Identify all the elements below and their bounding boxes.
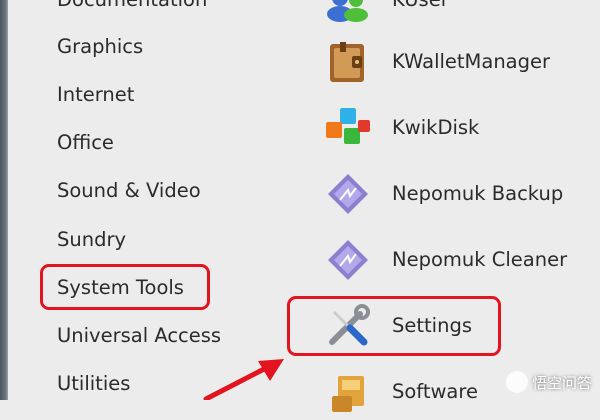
app-item-nepomuk-cleaner[interactable]: Nepomuk Cleaner: [322, 232, 582, 288]
highlight-system-tools: [40, 264, 210, 310]
category-sundry[interactable]: Sundry: [57, 228, 126, 252]
category-graphics[interactable]: Graphics: [57, 35, 143, 59]
category-documentation[interactable]: Documentation: [57, 0, 207, 12]
watermark: 悟空问答: [505, 370, 592, 394]
wallet-icon: [330, 42, 364, 82]
app-label: KWalletManager: [392, 50, 551, 73]
app-label: Software: [392, 380, 478, 403]
disk-cubes-icon: [326, 108, 370, 144]
category-universal-access[interactable]: Universal Access: [57, 324, 221, 348]
app-label: Nepomuk Cleaner: [392, 248, 568, 271]
app-label: KwikDisk: [392, 116, 480, 139]
app-item-kwikdisk[interactable]: KwikDisk: [322, 100, 582, 156]
users-icon: [327, 0, 368, 22]
app-label: KUser: [392, 0, 449, 12]
app-item-kuser[interactable]: KUser: [322, 0, 582, 28]
category-internet[interactable]: Internet: [57, 83, 134, 107]
nepomuk-icon: [328, 240, 368, 280]
category-sound-video[interactable]: Sound & Video: [57, 179, 201, 203]
watermark-logo: [505, 371, 528, 393]
app-item-nepomuk-backup[interactable]: Nepomuk Backup: [322, 166, 582, 222]
watermark-text: 悟空问答: [531, 373, 592, 392]
package-icon: [332, 376, 364, 412]
category-utilities[interactable]: Utilities: [57, 372, 130, 396]
desktop-edge: [0, 0, 8, 400]
app-item-kwalletmanager[interactable]: KWalletManager: [322, 34, 582, 90]
annotation-arrow: [203, 359, 284, 400]
app-label: Nepomuk Backup: [392, 182, 564, 205]
category-office[interactable]: Office: [57, 131, 114, 155]
nepomuk-icon: [328, 174, 368, 214]
highlight-settings: [287, 296, 501, 356]
